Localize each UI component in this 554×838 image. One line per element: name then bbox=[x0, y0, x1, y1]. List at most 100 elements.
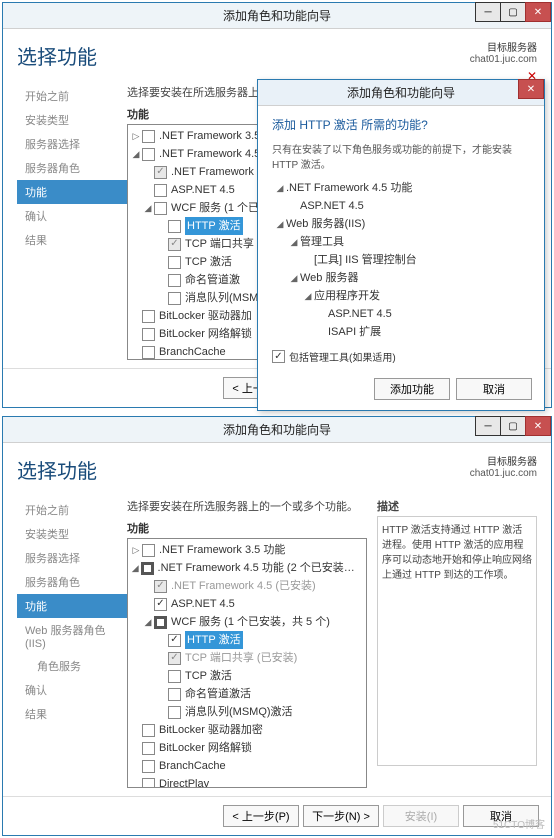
tree-row[interactable]: ▷消息队列(MSMQ)激活 bbox=[128, 703, 366, 721]
tree-label: .NET Framework 4.5 (已安装) bbox=[171, 577, 316, 595]
tree-label: HTTP 激活 bbox=[185, 631, 243, 649]
checkbox[interactable] bbox=[168, 706, 181, 719]
checkbox[interactable] bbox=[142, 724, 155, 737]
collapse-icon[interactable]: ◢ bbox=[130, 145, 142, 163]
checkbox[interactable] bbox=[142, 742, 155, 755]
tree-label: WCF 服务 (1 个已安装，共 5 个) bbox=[171, 613, 330, 631]
checkbox[interactable] bbox=[168, 238, 181, 251]
add-features-button[interactable]: 添加功能 bbox=[374, 378, 450, 400]
checkbox[interactable] bbox=[154, 580, 167, 593]
target-server: 目标服务器 chat01.juc.com bbox=[470, 453, 537, 479]
tree-row[interactable]: ▷.NET Framework 4.5 (已安装) bbox=[128, 577, 366, 595]
checkbox[interactable] bbox=[142, 148, 155, 161]
nav-step[interactable]: 结果 bbox=[17, 702, 127, 726]
maximize-button[interactable]: ▢ bbox=[500, 416, 526, 436]
checkbox[interactable] bbox=[168, 670, 181, 683]
nav-step[interactable]: 安装类型 bbox=[17, 522, 127, 546]
tree-row[interactable]: ▷ASP.NET 4.5 bbox=[128, 595, 366, 613]
dependency-label: 应用程序开发 bbox=[314, 287, 380, 305]
tree-row[interactable]: ▷命名管道激活 bbox=[128, 685, 366, 703]
nav-step[interactable]: 开始之前 bbox=[17, 498, 127, 522]
tree-label: BitLocker 驱动器加 bbox=[159, 307, 252, 325]
dependency-item: ◢管理工具 bbox=[274, 233, 530, 251]
checkbox[interactable] bbox=[142, 346, 155, 359]
tree-row[interactable]: ▷.NET Framework 3.5 功能 bbox=[128, 541, 366, 559]
checkbox[interactable] bbox=[168, 220, 181, 233]
nav-step[interactable]: Web 服务器角色(IIS) bbox=[17, 618, 127, 654]
expand-icon[interactable]: ▷ bbox=[130, 127, 142, 145]
checkbox[interactable] bbox=[168, 634, 181, 647]
tree-label: ASP.NET 4.5 bbox=[171, 595, 235, 613]
minimize-button[interactable]: ─ bbox=[475, 2, 501, 22]
dialog-cancel-button[interactable]: 取消 bbox=[456, 378, 532, 400]
prev-button[interactable]: < 上一步(P) bbox=[223, 805, 299, 827]
checkbox[interactable] bbox=[142, 328, 155, 341]
tree-label: BranchCache bbox=[159, 343, 226, 360]
tree-label: 消息队列(MSM bbox=[185, 289, 258, 307]
tree-row[interactable]: ▷DirectPlay bbox=[128, 775, 366, 788]
tree-row[interactable]: ◢.NET Framework 4.5 功能 (2 个已安装，共 7 个) bbox=[128, 559, 366, 577]
tree-row[interactable]: ▷BitLocker 网络解锁 bbox=[128, 739, 366, 757]
collapse-icon[interactable]: ◢ bbox=[142, 199, 154, 217]
nav-step[interactable]: 开始之前 bbox=[17, 84, 127, 108]
maximize-button[interactable]: ▢ bbox=[500, 2, 526, 22]
checkbox[interactable] bbox=[141, 562, 154, 575]
checkbox[interactable] bbox=[168, 292, 181, 305]
checkbox[interactable] bbox=[154, 166, 167, 179]
checkbox[interactable] bbox=[154, 202, 167, 215]
collapse-icon[interactable]: ◢ bbox=[130, 559, 141, 577]
tree-row[interactable]: ▷HTTP 激活 bbox=[128, 631, 366, 649]
nav-step[interactable]: 确认 bbox=[17, 678, 127, 702]
nav-step[interactable]: 服务器角色 bbox=[17, 156, 127, 180]
expand-icon[interactable]: ▷ bbox=[130, 541, 142, 559]
nav-step[interactable]: 功能 bbox=[17, 180, 127, 204]
next-button[interactable]: 下一步(N) > bbox=[303, 805, 379, 827]
checkbox[interactable] bbox=[142, 130, 155, 143]
checkbox[interactable] bbox=[168, 256, 181, 269]
tree-label: ASP.NET 4.5 bbox=[171, 181, 235, 199]
dependency-label: [工具] IIS 管理控制台 bbox=[314, 251, 417, 269]
nav-step[interactable]: 服务器选择 bbox=[17, 132, 127, 156]
nav-step[interactable]: 角色服务 bbox=[17, 654, 127, 678]
features-tree[interactable]: ▷.NET Framework 3.5 功能◢.NET Framework 4.… bbox=[127, 538, 367, 788]
nav-step[interactable]: 确认 bbox=[17, 204, 127, 228]
dialog-close-button[interactable]: ✕ bbox=[518, 79, 544, 99]
nav-steps: 开始之前安装类型服务器选择服务器角色功能确认结果 bbox=[17, 84, 127, 360]
description-text: HTTP 激活支持通过 HTTP 激活进程。使用 HTTP 激活的应用程序可以动… bbox=[377, 516, 537, 766]
tree-row[interactable]: ▷TCP 端口共享 (已安装) bbox=[128, 649, 366, 667]
checkbox[interactable] bbox=[154, 598, 167, 611]
checkbox[interactable] bbox=[154, 616, 167, 629]
wizard-window-1: 添加角色和功能向导 ─ ▢ ✕ 选择功能 目标服务器 chat01.juc.co… bbox=[2, 2, 552, 408]
desc-label: 描述 bbox=[377, 498, 537, 514]
page-heading: 选择功能 bbox=[17, 455, 97, 484]
tree-row[interactable]: ▷TCP 激活 bbox=[128, 667, 366, 685]
collapse-icon[interactable]: ◢ bbox=[142, 613, 154, 631]
tree-label: DirectPlay bbox=[159, 775, 209, 788]
dependency-item: ▷ASP.NET 4.5 bbox=[274, 197, 530, 215]
tree-row[interactable]: ◢ WCF 服务 (1 个已安装，共 5 个) bbox=[128, 613, 366, 631]
checkbox[interactable] bbox=[142, 778, 155, 789]
titlebar: 添加角色和功能向导 ─ ▢ ✕ bbox=[3, 417, 551, 443]
checkbox[interactable] bbox=[154, 184, 167, 197]
minimize-button[interactable]: ─ bbox=[475, 416, 501, 436]
close-button[interactable]: ✕ bbox=[525, 2, 551, 22]
tree-row[interactable]: ▷BitLocker 驱动器加密 bbox=[128, 721, 366, 739]
dependency-label: Web 服务器(IIS) bbox=[286, 215, 365, 233]
include-tools-checkbox[interactable] bbox=[272, 350, 285, 363]
checkbox[interactable] bbox=[168, 274, 181, 287]
nav-step[interactable]: 结果 bbox=[17, 228, 127, 252]
dialog-note: 只有在安装了以下角色服务或功能的前提下，才能安装 HTTP 激活。 bbox=[272, 141, 530, 171]
nav-step[interactable]: 安装类型 bbox=[17, 108, 127, 132]
close-button[interactable]: ✕ bbox=[525, 416, 551, 436]
checkbox[interactable] bbox=[168, 688, 181, 701]
dependency-item: ◢Web 服务器(IIS) bbox=[274, 215, 530, 233]
nav-step[interactable]: 服务器选择 bbox=[17, 546, 127, 570]
checkbox[interactable] bbox=[168, 652, 181, 665]
tree-row[interactable]: ▷BranchCache bbox=[128, 757, 366, 775]
checkbox[interactable] bbox=[142, 310, 155, 323]
checkbox[interactable] bbox=[142, 544, 155, 557]
dependency-tree: ◢.NET Framework 4.5 功能▷ASP.NET 4.5◢Web 服… bbox=[274, 179, 530, 341]
checkbox[interactable] bbox=[142, 760, 155, 773]
nav-step[interactable]: 服务器角色 bbox=[17, 570, 127, 594]
nav-step[interactable]: 功能 bbox=[17, 594, 127, 618]
